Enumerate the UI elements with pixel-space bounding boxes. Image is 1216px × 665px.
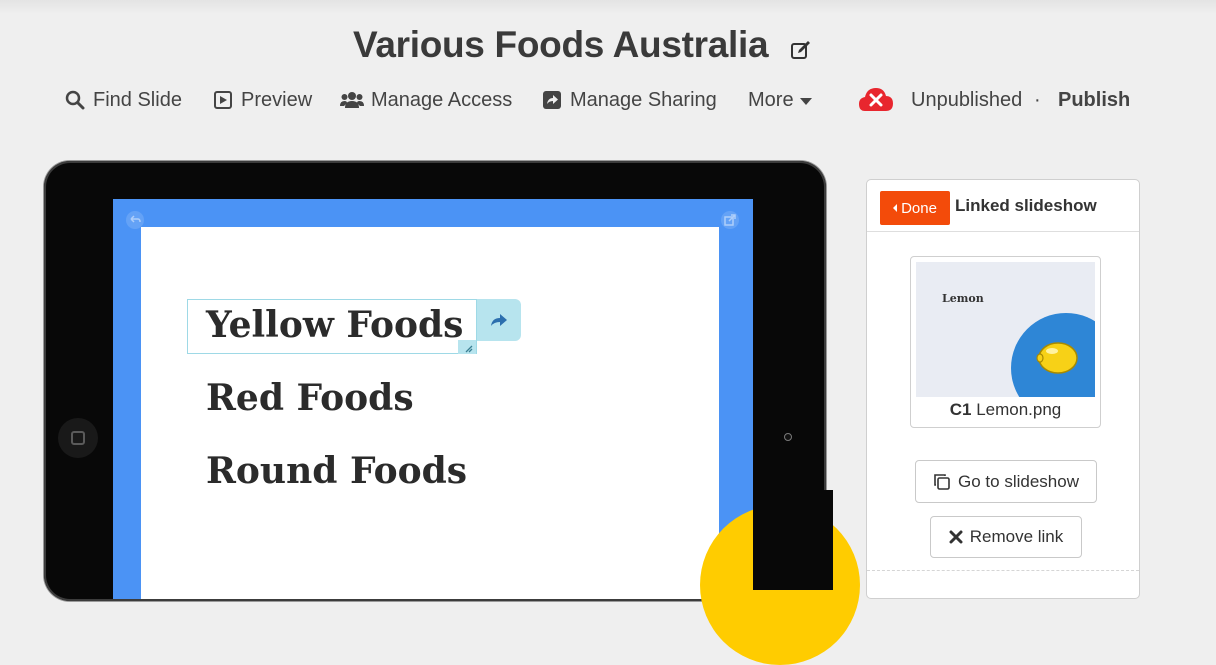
done-label: Done (901, 199, 937, 217)
manage-sharing-label: Manage Sharing (570, 88, 717, 111)
panel-divider (867, 570, 1139, 571)
more-dropdown[interactable]: More (748, 84, 812, 116)
share-icon (541, 89, 563, 111)
close-icon (949, 530, 963, 544)
search-icon (64, 89, 86, 111)
linked-slide-card[interactable]: Lemon C1 Lemon.png (910, 256, 1101, 428)
linked-slideshow-panel: Done Linked slideshow Lemon C1 Lemon.png… (866, 179, 1140, 599)
chevron-down-icon (799, 97, 812, 105)
panel-title: Linked slideshow (955, 196, 1097, 215)
slide-item-round-foods[interactable]: Round Foods (206, 450, 467, 492)
tablet-bezel-right (753, 490, 833, 590)
toolbar: Find Slide Preview Manage Access Manage … (0, 84, 1216, 116)
lemon-icon (1036, 342, 1078, 374)
users-icon (340, 89, 364, 111)
find-slide-button[interactable]: Find Slide (64, 84, 182, 116)
slide-item-red-foods[interactable]: Red Foods (206, 377, 414, 419)
preview-label: Preview (241, 88, 313, 111)
open-external-icon[interactable] (719, 209, 741, 231)
camera-dot (784, 433, 792, 441)
manage-sharing-button[interactable]: Manage Sharing (541, 84, 717, 116)
thumbnail-title: Lemon (942, 292, 984, 305)
title-row: Various Foods Australia (353, 22, 812, 68)
copy-icon (933, 473, 951, 491)
slide-filename: Lemon.png (976, 400, 1062, 419)
slide-thumbnail: Lemon (916, 262, 1095, 397)
status-label: Unpublished (911, 88, 1023, 111)
go-to-slideshow-label: Go to slideshow (958, 471, 1079, 491)
play-icon (212, 89, 234, 111)
page-title: Various Foods Australia (353, 24, 769, 65)
home-button (58, 418, 98, 458)
link-share-button[interactable] (477, 299, 521, 341)
publish-status: Unpublished (858, 84, 1022, 116)
find-slide-label: Find Slide (93, 88, 182, 111)
toolbar-separator: · (1034, 88, 1041, 111)
more-label: More (748, 88, 794, 111)
slide-item-yellow-foods[interactable]: Yellow Foods (206, 304, 463, 346)
cloud-error-icon (858, 85, 894, 115)
screen-margin (719, 490, 753, 505)
slide-code: C1 (949, 400, 972, 419)
thumbnail-caption: C1 Lemon.png (911, 400, 1100, 420)
manage-access-label: Manage Access (371, 88, 513, 111)
go-to-slideshow-button[interactable]: Go to slideshow (915, 460, 1097, 503)
share-arrow-icon (491, 314, 507, 326)
preview-button[interactable]: Preview (212, 84, 312, 116)
top-shade (0, 0, 1216, 14)
edit-icon[interactable] (790, 39, 812, 61)
done-button[interactable]: Done (880, 191, 950, 225)
caret-left-icon (893, 204, 898, 212)
manage-access-button[interactable]: Manage Access (340, 84, 512, 116)
remove-link-label: Remove link (969, 527, 1064, 546)
publish-button[interactable]: Publish (1058, 84, 1130, 116)
remove-link-button[interactable]: Remove link (930, 516, 1082, 558)
panel-header: Done Linked slideshow (867, 180, 1139, 232)
